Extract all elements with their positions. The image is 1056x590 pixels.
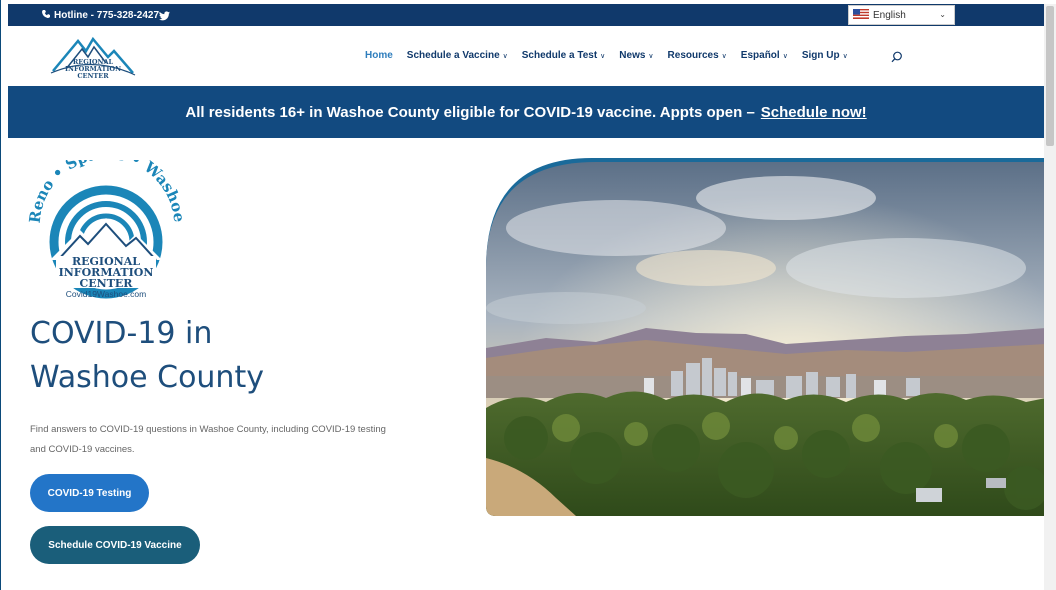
nav-item-home[interactable]: Home (365, 50, 393, 61)
nav-item-resources[interactable]: Resources ∨ (668, 50, 727, 61)
announcement-banner: All residents 16+ in Washoe County eligi… (8, 86, 1044, 138)
nav-item-label: News (619, 50, 646, 61)
nav-item-schedule-test[interactable]: Schedule a Test ∨ (522, 50, 606, 61)
page-title: COVID-19 in Washoe County (30, 312, 350, 400)
site-logo[interactable]: REGIONAL INFORMATION CENTER (48, 33, 138, 86)
hotline[interactable]: Hotline - 775-328-2427 (41, 9, 159, 22)
nav-item-label: Schedule a Test (521, 50, 598, 61)
phone-icon (41, 9, 51, 22)
chevron-down-icon: ∨ (600, 52, 606, 60)
twitter-icon[interactable] (159, 8, 170, 26)
reno-skyline-photo (486, 158, 1046, 516)
nav-item-espanol[interactable]: Español ∨ (741, 50, 788, 61)
language-label: English (873, 9, 906, 21)
chevron-down-icon: ∨ (721, 52, 727, 60)
search-icon[interactable] (891, 50, 903, 68)
main-nav: Home Schedule a Vaccine ∨ Schedule a Test… (365, 50, 862, 61)
nav-item-label: Home (365, 50, 393, 61)
chevron-down-icon: ∨ (502, 52, 508, 60)
nav-item-schedule-vaccine[interactable]: Schedule a Vaccine ∨ (407, 50, 508, 61)
nav-item-label: Español (740, 50, 780, 61)
schedule-vaccine-button[interactable]: Schedule COVID-19 Vaccine (30, 526, 200, 564)
us-flag-icon (853, 8, 869, 22)
nav-item-label: Sign Up (801, 50, 840, 61)
nav-item-label: Schedule a Vaccine (406, 50, 500, 61)
chevron-down-icon: ∨ (842, 52, 848, 60)
hero-logo: Reno • Sparks • Washoe REGIONAL INFORMAT… (26, 145, 189, 305)
scrollbar-thumb[interactable] (1046, 6, 1054, 146)
vertical-scrollbar[interactable] (1044, 4, 1056, 590)
title-line-1: COVID-19 in (30, 316, 213, 351)
logo-url: Covid19Washoe.com (66, 289, 146, 299)
site-header: REGIONAL INFORMATION CENTER Home Schedul… (8, 26, 1044, 86)
schedule-now-link[interactable]: Schedule now! (761, 104, 867, 121)
logo-line-3: CENTER (77, 72, 109, 80)
nav-item-news[interactable]: News ∨ (619, 50, 653, 61)
chevron-down-icon: ∨ (782, 52, 788, 60)
nav-item-sign-up[interactable]: Sign Up ∨ (802, 50, 848, 61)
chevron-down-icon: ∨ (648, 52, 654, 60)
hero-description: Find answers to COVID-19 questions in Wa… (30, 424, 386, 455)
title-line-2: Washoe County (30, 360, 264, 395)
covid-testing-button[interactable]: COVID-19 Testing (30, 474, 149, 512)
nav-item-label: Resources (667, 50, 719, 61)
banner-text: All residents 16+ in Washoe County eligi… (185, 103, 755, 121)
language-select[interactable]: English ⌄ (848, 5, 955, 25)
hotline-text: Hotline - 775-328-2427 (54, 10, 160, 21)
chevron-down-icon: ⌄ (939, 10, 946, 19)
